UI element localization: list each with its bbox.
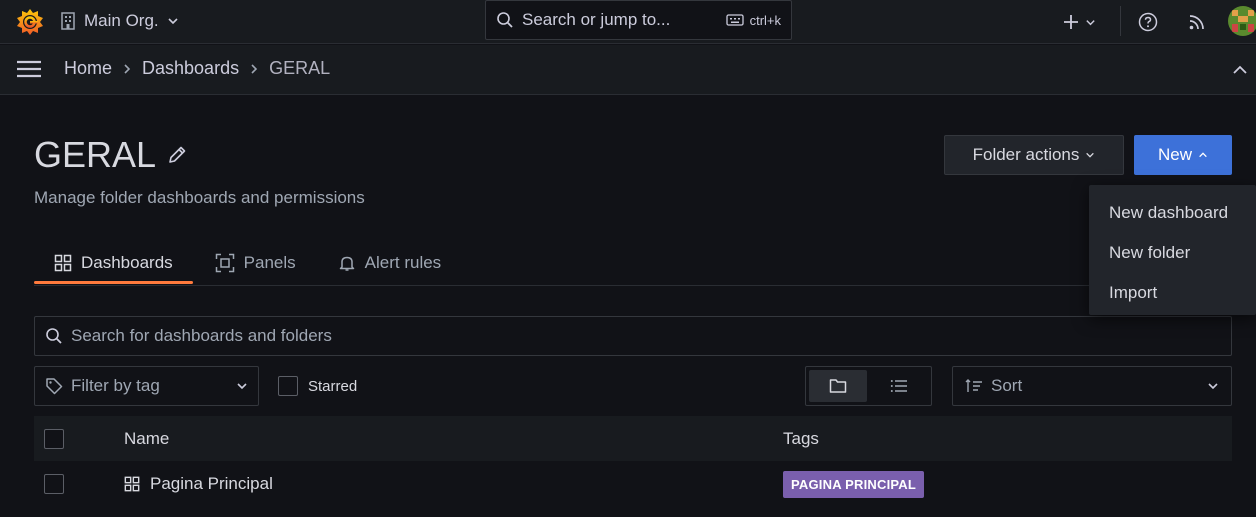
menu-toggle-button[interactable] (16, 59, 42, 79)
new-button[interactable]: New (1134, 135, 1232, 175)
tab-label: Panels (243, 253, 296, 272)
breadcrumb-current: GERAL (269, 58, 331, 78)
column-header-tags: Tags (783, 429, 819, 448)
dashboard-name: Pagina Principal (150, 474, 273, 493)
library-panel-icon (215, 253, 235, 273)
global-search[interactable]: Search or jump to... ctrl+k (485, 0, 792, 40)
tab-label: Alert rules (364, 253, 442, 272)
folder-icon (829, 378, 847, 394)
page-title: GERAL (34, 134, 188, 176)
view-mode-toggle (805, 366, 932, 406)
add-menu-button[interactable] (1062, 8, 1096, 36)
tag-badge[interactable]: PAGINA PRINCIPAL (783, 471, 925, 498)
shortcut-hint: ctrl+k (725, 12, 781, 28)
tag-filter-placeholder: Filter by tag (71, 376, 160, 395)
apps-icon (54, 254, 72, 272)
sort-placeholder: Sort (991, 376, 1023, 395)
list-view-button[interactable] (871, 370, 929, 402)
grafana-logo-icon[interactable] (14, 6, 46, 38)
news-button[interactable] (1187, 8, 1207, 36)
search-icon (45, 327, 63, 345)
breadcrumb: Home Dashboards GERAL (64, 58, 330, 79)
folder-actions-button[interactable]: Folder actions (944, 135, 1124, 175)
breadcrumb-home[interactable]: Home (64, 58, 112, 79)
sort-select[interactable]: Sort (952, 366, 1232, 406)
pencil-icon[interactable] (166, 144, 188, 166)
dashboard-link[interactable]: Pagina Principal (124, 474, 273, 494)
dashboard-search-input[interactable]: Search for dashboards and folders (34, 316, 1232, 356)
avatar[interactable] (1228, 6, 1256, 36)
page-subtitle: Manage folder dashboards and permissions (34, 188, 365, 207)
search-icon (496, 11, 514, 29)
org-switcher[interactable]: Main Org. (60, 9, 179, 33)
global-search-placeholder: Search or jump to... (522, 10, 671, 29)
sort-amount-icon (965, 379, 983, 393)
tab-panels[interactable]: Panels (215, 246, 316, 280)
column-header-name: Name (124, 429, 170, 448)
chevron-down-icon (1085, 150, 1095, 160)
shortcut-text: ctrl+k (749, 12, 781, 28)
apps-icon (124, 476, 140, 492)
starred-checkbox[interactable] (278, 376, 298, 396)
chevron-down-icon (1085, 17, 1096, 28)
folder-actions-label: Folder actions (972, 145, 1080, 164)
chevron-right-icon (249, 63, 259, 75)
chevron-right-icon (122, 63, 132, 75)
chevron-down-icon (236, 380, 248, 392)
chevron-up-icon (1198, 150, 1208, 160)
page-title-text: GERAL (34, 134, 157, 175)
bell-icon (338, 254, 356, 272)
hamburger-menu-icon (16, 59, 42, 79)
org-name: Main Org. (84, 11, 159, 30)
tab-alert-rules[interactable]: Alert rules (338, 246, 462, 280)
dashboard-search-placeholder: Search for dashboards and folders (71, 326, 332, 345)
list-icon (890, 379, 908, 393)
table-header (34, 416, 1232, 461)
select-all-checkbox[interactable] (44, 429, 64, 449)
new-button-label: New (1157, 145, 1192, 164)
menu-item-new-folder[interactable]: New folder (1089, 233, 1256, 273)
keyboard-icon (725, 14, 744, 26)
chevron-down-icon (167, 15, 179, 27)
rss-icon (1187, 12, 1207, 32)
divider (1120, 6, 1121, 36)
tag-filter-select[interactable]: Filter by tag (34, 366, 259, 406)
new-menu: New dashboard New folder Import (1089, 185, 1256, 315)
row-checkbox[interactable] (44, 474, 64, 494)
tab-bar: Dashboards Panels Alert rules (34, 246, 461, 286)
breadcrumb-dashboards[interactable]: Dashboards (142, 58, 239, 79)
building-icon (60, 12, 76, 30)
starred-label: Starred (308, 377, 358, 395)
folder-view-button[interactable] (809, 370, 867, 402)
starred-filter[interactable]: Starred (278, 376, 357, 396)
tab-divider (34, 285, 1232, 286)
tab-dashboards[interactable]: Dashboards (34, 246, 193, 284)
tag-icon (45, 377, 63, 395)
help-button[interactable] (1138, 8, 1158, 36)
menu-item-new-dashboard[interactable]: New dashboard (1089, 193, 1256, 233)
plus-icon (1062, 13, 1080, 31)
tab-label: Dashboards (81, 253, 173, 272)
chevron-down-icon (1207, 380, 1219, 392)
collapse-header-button[interactable] (1232, 63, 1248, 77)
menu-item-import[interactable]: Import (1089, 273, 1256, 313)
question-circle-icon (1138, 12, 1158, 32)
chevron-up-icon (1232, 63, 1248, 77)
